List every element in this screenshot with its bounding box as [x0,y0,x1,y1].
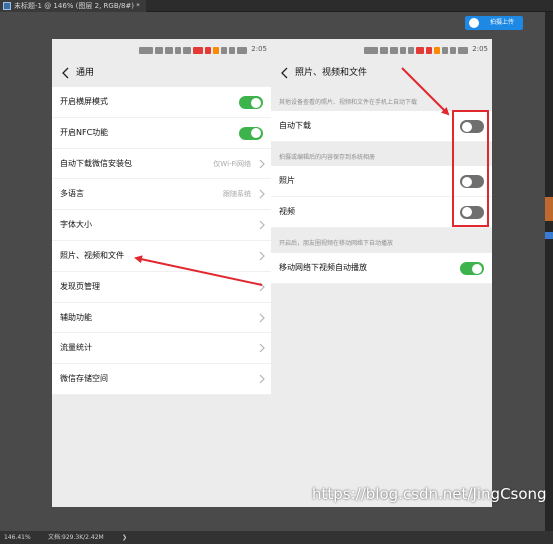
settings-row-label: 辅助功能 [60,312,92,322]
cloud-icon [469,18,479,28]
settings-row-value: 跟随系统 [223,190,251,199]
document-canvas: 2:05 通用 开启横屏模式 开启NFC功能自动下载微信安装包 仅Wi-Fi网络多语… [52,39,492,507]
section-note-save: 拍摄或编辑后的内容保存到系统相册 [279,154,376,161]
chevron-right-icon [259,282,265,292]
settings-row-label: 开启横屏模式 [60,97,108,106]
settings-row-label: 字体大小 [60,220,92,230]
toggle-knob [251,97,261,108]
photo-label: 照片 [279,176,295,185]
zoom-level[interactable]: 146.41% [4,531,31,544]
settings-row[interactable]: 开启横屏模式 [52,87,271,118]
document-info: 文档:929.3K/2.42M [48,534,104,541]
settings-row[interactable]: 辅助功能 [52,303,271,334]
nav-bar: 通用 [52,61,271,85]
status-time: 2:05 [472,45,488,53]
status-icons [139,46,247,54]
settings-toggle[interactable] [239,96,263,109]
video-label: 视频 [279,206,295,216]
document-tab-title: 未标题-1 @ 146% (图层 2, RGB/8#) * [14,2,140,10]
settings-row[interactable]: 照片、视频和文件 [52,241,271,272]
settings-row-label: 开启NFC功能 [60,127,109,137]
autoplay-toggle[interactable] [460,262,484,275]
settings-row[interactable]: 微信存储空间 [52,364,271,395]
settings-row[interactable]: 发现页管理 [52,272,271,303]
toggle-knob [472,263,482,274]
left-phone-screen: 2:05 通用 开启横屏模式 开启NFC功能自动下载微信安装包 仅Wi-Fi网络多语… [52,39,271,507]
signal-icon [380,46,388,54]
bluetooth-icon [229,46,235,54]
settings-row-label: 流量统计 [60,343,92,353]
ps-document-icon [3,2,11,10]
chevron-right-icon [259,251,265,261]
toggle-knob [251,128,261,139]
chevron-right-icon [259,343,265,353]
back-arrow-icon[interactable] [60,67,72,79]
speed-icon [408,46,414,54]
settings-row[interactable]: 流量统计 [52,333,271,365]
notification-icon [193,46,203,54]
notification-icon [416,46,424,54]
page-title: 通用 [76,68,95,78]
section-note-autoplay: 开启后，朋友圈视频在移动网络下自动播放 [279,240,394,247]
auto-download-label: 自动下载 [279,121,311,130]
document-tab[interactable]: 未标题-1 @ 146% (图层 2, RGB/8#) * [0,0,146,12]
settings-toggle[interactable] [239,126,263,140]
app-icon [183,46,191,54]
bluetooth-icon [450,46,456,54]
wifi-icon [400,46,406,54]
settings-row-label: 多语言 [60,189,84,199]
section-note-received: 其他设备查看的照片、视频和文件在手机上自动下载 [279,99,418,106]
signal-icon [390,46,398,54]
nav-bar: 照片、视频和文件 [271,61,492,85]
settings-list: 开启横屏模式 开启NFC功能自动下载微信安装包 仅Wi-Fi网络多语言 跟随系统字体大… [52,87,271,395]
ps-status-bar: 146.41% 文档:929.3K/2.42M ❯ [0,531,553,544]
notification-icon [434,46,440,54]
annotation-highlight-box [452,110,489,227]
chevron-right-icon [259,313,265,323]
watermark-text: https://blog.csdn.net/JingCsong [312,485,547,503]
carrier-icon [139,46,153,54]
autoplay-group: 移动网络下视频自动播放 [271,253,492,284]
autoplay-row[interactable]: 移动网络下视频自动播放 [271,253,492,284]
upload-button-label: 拍摄上传 [489,19,514,26]
status-bar: 2:05 [271,39,492,61]
notification-icon [205,46,211,54]
status-menu-chevron-icon[interactable]: ❯ [122,531,127,544]
carrier-icon [364,46,378,54]
settings-row[interactable]: 开启NFC功能 [52,118,271,149]
settings-row-label: 自动下载微信安装包 [60,158,132,168]
nfc-icon [221,46,227,54]
notification-icon [213,46,219,54]
battery-icon [458,46,468,54]
status-bar: 2:05 [52,39,271,61]
chevron-right-icon [259,189,265,199]
settings-row-label: 照片、视频和文件 [60,250,124,260]
settings-row-label: 发现页管理 [60,281,100,291]
settings-row[interactable]: 自动下载微信安装包 仅Wi-Fi网络 [52,149,271,180]
notification-icon [426,46,432,54]
panel-accent-orange [545,197,553,221]
signal-icon [165,46,173,54]
chevron-right-icon [259,374,265,384]
chevron-right-icon [259,220,265,230]
ps-titlebar: 未标题-1 @ 146% (图层 2, RGB/8#) * [0,0,553,12]
nfc-icon [442,46,448,54]
status-time: 2:05 [251,45,267,53]
status-icons [364,46,468,54]
settings-row[interactable]: 字体大小 [52,210,271,241]
settings-row[interactable]: 多语言 跟随系统 [52,179,271,211]
upload-button[interactable]: 拍摄上传 [465,16,523,30]
page-title: 照片、视频和文件 [295,68,368,78]
settings-row-value: 仅Wi-Fi网络 [213,159,251,168]
chevron-right-icon [259,159,265,169]
back-arrow-icon[interactable] [279,67,291,79]
battery-icon [237,46,247,54]
settings-row-label: 微信存储空间 [60,374,108,384]
wifi-icon [175,46,181,54]
signal-icon [155,46,163,54]
panel-accent-blue [545,232,553,239]
autoplay-label: 移动网络下视频自动播放 [279,263,367,272]
ps-right-panel-strip [545,12,553,531]
